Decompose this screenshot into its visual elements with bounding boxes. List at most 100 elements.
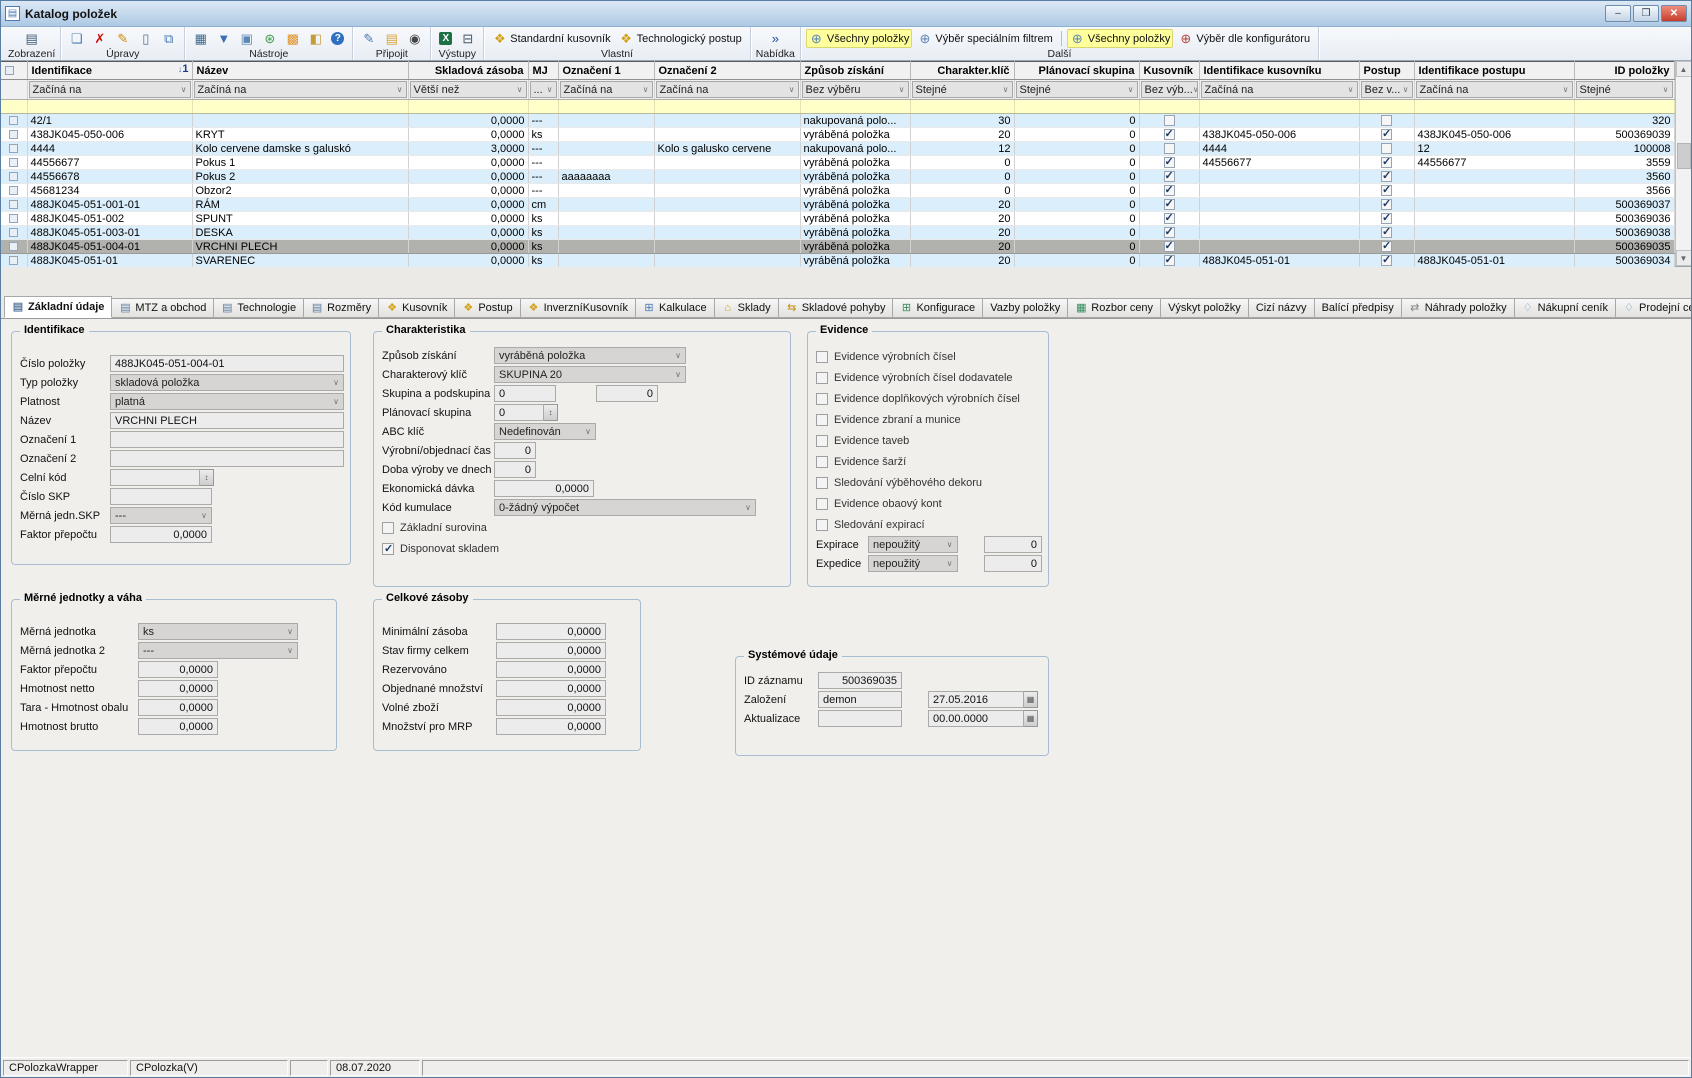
toolbar-button-filter-icon[interactable]: ▼ <box>213 29 234 48</box>
cell-nazev[interactable]: VRCHNI PLECH <box>192 240 408 254</box>
cell-nazev[interactable]: SVARENEC <box>192 254 408 268</box>
toolbar-button-delete-record-icon[interactable]: ✗ <box>89 29 110 48</box>
cell-skladova-zasoba[interactable]: 0,0000 <box>408 128 528 142</box>
tab-postup[interactable]: ❖Postup <box>455 298 520 318</box>
cell-zpusob-ziskani[interactable]: vyráběná položka <box>800 156 910 170</box>
cell-skladova-zasoba[interactable]: 3,0000 <box>408 142 528 156</box>
cell-nazev[interactable]: Kolo cervene damske s galuskó <box>192 142 408 156</box>
planovaci-skupina-field[interactable]: 0 <box>494 404 544 421</box>
tab-prodejni-cenik[interactable]: ♢Prodejní ceník <box>1616 298 1692 318</box>
cell-zpusob-ziskani[interactable]: vyráběná položka <box>800 128 910 142</box>
cell-zpusob-ziskani[interactable]: nakupovaná polo... <box>800 142 910 156</box>
filter-dropdown-nazev[interactable]: Začíná na∨ <box>194 81 407 98</box>
filter-input-cell[interactable] <box>1574 100 1674 114</box>
skupina-a-podskupina-field[interactable]: 0 <box>494 385 556 402</box>
row-selector-cell[interactable] <box>1 226 27 240</box>
cell-postup[interactable] <box>1359 184 1414 198</box>
filter-input-cell[interactable] <box>1014 100 1139 114</box>
evidence-taveb-checkbox[interactable] <box>816 435 828 447</box>
evidence-obaovy-kont-checkbox[interactable] <box>816 498 828 510</box>
cell-identifikace-postupu[interactable]: 438JK045-050-006 <box>1414 128 1574 142</box>
toolbar-button-printer-icon[interactable]: ⊟ <box>457 29 478 48</box>
filter-dropdown-oznaceni-2[interactable]: Začíná na∨ <box>656 81 799 98</box>
planovaci-skupina-lookup-button[interactable]: ↕ <box>544 404 558 421</box>
zalozeni-date-field[interactable]: 27.05.2016 <box>928 691 1024 708</box>
column-header-oznaceni-1[interactable]: Označení 1 <box>558 62 654 80</box>
cell-charakter-klic[interactable]: 20 <box>910 226 1014 240</box>
cell-charakter-klic[interactable]: 20 <box>910 128 1014 142</box>
id-zaznamu-field[interactable]: 500369035 <box>818 672 902 689</box>
cell-skladova-zasoba[interactable]: 0,0000 <box>408 184 528 198</box>
cell-oznaceni-1[interactable] <box>558 254 654 268</box>
filter-dropdown-skladova-zasoba[interactable]: Větší než∨ <box>410 81 527 98</box>
cell-identifikace[interactable]: 44556677 <box>27 156 192 170</box>
toolbar-button-standardni-kusovnik[interactable]: ❖Standardní kusovník <box>489 29 613 48</box>
vyrobni-objednaci-cas-field[interactable]: 0 <box>494 442 536 459</box>
filter-input-cell[interactable] <box>1139 100 1199 114</box>
restore-button[interactable]: ❒ <box>1633 5 1659 22</box>
toolbar-button-vsechny-polozky[interactable]: ⊕Všechny položky <box>806 29 913 48</box>
zpusob-ziskani-field[interactable]: vyráběná položka∨ <box>494 347 686 364</box>
column-header-identifikace-postupu[interactable]: Identifikace postupu <box>1414 62 1574 80</box>
calendar-icon[interactable]: ▦ <box>1024 710 1038 727</box>
cell-mj[interactable]: ks <box>528 128 558 142</box>
row-selector-checkbox[interactable] <box>9 214 18 223</box>
cell-oznaceni-2[interactable] <box>654 184 800 198</box>
faktor-prepoctu-field[interactable]: 0,0000 <box>110 526 212 543</box>
cell-kusovnik[interactable] <box>1139 170 1199 184</box>
filter-input-cell[interactable] <box>1414 100 1574 114</box>
cell-charakter-klic[interactable]: 20 <box>910 212 1014 226</box>
row-selector-cell[interactable] <box>1 198 27 212</box>
cell-charakter-klic[interactable]: 20 <box>910 198 1014 212</box>
cell-identifikace-postupu[interactable] <box>1414 226 1574 240</box>
column-header-oznaceni-2[interactable]: Označení 2 <box>654 62 800 80</box>
celni-kod-field[interactable] <box>110 469 200 486</box>
stav-firmy-celkem-field[interactable]: 0,0000 <box>496 642 606 659</box>
tab-rozmery[interactable]: ▤Rozměry <box>304 298 379 318</box>
row-selector-checkbox[interactable] <box>9 256 18 265</box>
cell-oznaceni-1[interactable] <box>558 156 654 170</box>
expedice-count-field[interactable]: 0 <box>984 555 1042 572</box>
cell-oznaceni-2[interactable] <box>654 198 800 212</box>
cell-oznaceni-1[interactable]: aaaaaaaa <box>558 170 654 184</box>
cell-kusovnik[interactable] <box>1139 254 1199 268</box>
cell-mj[interactable]: ks <box>528 212 558 226</box>
toolbar-button-settings-wheel-icon[interactable]: ⊛ <box>259 29 280 48</box>
kod-kumulace-field[interactable]: 0-žádný výpočet∨ <box>494 499 756 516</box>
cell-identifikace[interactable]: 488JK045-051-003-01 <box>27 226 192 240</box>
cell-id-polozky[interactable]: 100008 <box>1574 142 1674 156</box>
cell-skladova-zasoba[interactable]: 0,0000 <box>408 254 528 268</box>
cell-identifikace[interactable]: 438JK045-050-006 <box>27 128 192 142</box>
column-header-identifikace-kusovniku[interactable]: Identifikace kusovníku <box>1199 62 1359 80</box>
toolbar-button-note-icon[interactable]: ✎ <box>358 29 379 48</box>
toolbar-button-chart-icon[interactable]: ◧ <box>305 29 326 48</box>
cell-zpusob-ziskani[interactable]: vyráběná položka <box>800 254 910 268</box>
filter-input-cell[interactable] <box>27 100 192 114</box>
cell-identifikace-postupu[interactable] <box>1414 170 1574 184</box>
cell-postup[interactable] <box>1359 128 1414 142</box>
toolbar-button-edit-record-icon[interactable]: ✎ <box>112 29 133 48</box>
cell-identifikace-kusovniku[interactable]: 4444 <box>1199 142 1359 156</box>
filter-dropdown-identifikace-postupu[interactable]: Začíná na∨ <box>1416 81 1573 98</box>
cell-kusovnik[interactable] <box>1139 142 1199 156</box>
cell-planovaci-skupina[interactable]: 0 <box>1014 254 1139 268</box>
toolbar-button-package-clock-icon[interactable]: ▩ <box>282 29 303 48</box>
cell-zpusob-ziskani[interactable]: nakupovaná polo... <box>800 114 910 128</box>
abc-klic-field[interactable]: Nedefinován∨ <box>494 423 596 440</box>
cell-skladova-zasoba[interactable]: 0,0000 <box>408 240 528 254</box>
cell-skladova-zasoba[interactable]: 0,0000 <box>408 226 528 240</box>
tab-mtz-a-obchod[interactable]: ▤MTZ a obchod <box>112 298 214 318</box>
evidence-doplnkovych-vyrobnich-cisel-checkbox[interactable] <box>816 393 828 405</box>
tab-zakladni-udaje[interactable]: ▤Základní údaje <box>4 296 112 318</box>
row-selector-cell[interactable] <box>1 142 27 156</box>
evidence-sarzi-checkbox[interactable] <box>816 456 828 468</box>
tab-balici-predpisy[interactable]: Balící předpisy <box>1315 298 1402 318</box>
cell-zpusob-ziskani[interactable]: vyráběná položka <box>800 198 910 212</box>
filter-dropdown-zpusob-ziskani[interactable]: Bez výběru∨ <box>802 81 909 98</box>
cell-nazev[interactable]: Pokus 2 <box>192 170 408 184</box>
cell-identifikace-kusovniku[interactable]: 438JK045-050-006 <box>1199 128 1359 142</box>
row-selector-checkbox[interactable] <box>9 228 18 237</box>
tab-kusovnik[interactable]: ❖Kusovník <box>379 298 455 318</box>
merna-jedn-skp-field[interactable]: ---∨ <box>110 507 212 524</box>
merna-jednotka-2-field[interactable]: ---∨ <box>138 642 298 659</box>
